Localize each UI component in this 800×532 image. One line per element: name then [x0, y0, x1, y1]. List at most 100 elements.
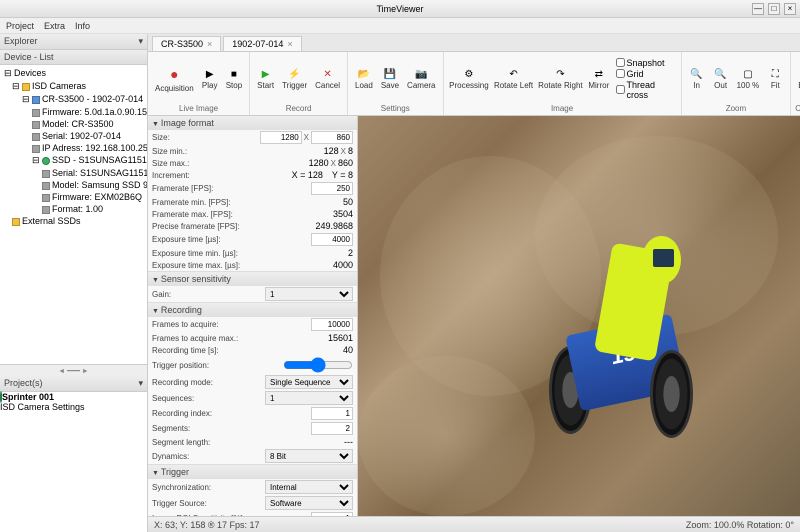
tree-ssd-format[interactable]: Format: 1.00	[2, 203, 145, 215]
panel-pin-icon[interactable]: ▾	[138, 36, 143, 47]
projects-list[interactable]: Sprinter 001 ISD Camera Settings	[0, 392, 147, 532]
section-image-format[interactable]: Image format	[148, 116, 357, 130]
snapshot-check[interactable]: Snapshot	[616, 58, 675, 68]
left-panel: Explorer▾ Device - List ⊟ Devices ⊟ ISD …	[0, 34, 148, 532]
group-label: Live Image	[152, 103, 245, 113]
tree-model[interactable]: Model: CR-S3500	[2, 118, 145, 130]
processing-icon: ⚙	[462, 67, 476, 81]
thread-check[interactable]: Thread cross	[616, 80, 675, 100]
tree-serial[interactable]: Serial: 1902-07-014	[2, 130, 145, 142]
sync-select[interactable]: Internal	[265, 480, 353, 494]
preview-image: 15	[358, 116, 800, 516]
recmode-select[interactable]: Single Sequence	[265, 375, 353, 389]
tab-serial[interactable]: 1902-07-014×	[223, 36, 301, 51]
processing-button[interactable]: ⚙Processing	[448, 65, 491, 92]
properties-panel[interactable]: Image format Size:X Size min.:128X8 Size…	[148, 116, 358, 516]
tree-scrollbar[interactable]: ◄ ━━━ ►	[0, 364, 147, 376]
close-icon[interactable]: ×	[287, 39, 292, 49]
section-sensor[interactable]: Sensor sensitivity	[148, 272, 357, 286]
menu-info[interactable]: Info	[75, 21, 90, 31]
group-label: Settings	[352, 103, 438, 113]
size-h-input[interactable]	[311, 131, 353, 144]
dynamics-select[interactable]: 8 Bit	[265, 449, 353, 463]
record-icon: ●	[164, 64, 184, 84]
size-w-input[interactable]	[260, 131, 302, 144]
sequences-select[interactable]: 1	[265, 391, 353, 405]
trigsrc-select[interactable]: Software	[265, 496, 353, 510]
menu-project[interactable]: Project	[6, 21, 34, 31]
tree-ip[interactable]: IP Adress: 192.168.100.254	[2, 142, 145, 154]
acquisition-button[interactable]: ●Acquisition	[152, 62, 197, 95]
property-icon	[42, 194, 50, 202]
tree-root[interactable]: ⊟ Devices	[2, 67, 145, 80]
tree-ssd[interactable]: ⊟ SSD - S1SUNSAG115158E	[2, 154, 145, 167]
project-item[interactable]: Sprinter 001	[0, 392, 147, 402]
ssd-icon	[42, 157, 50, 165]
menubar: Project Extra Info	[0, 18, 800, 34]
maximize-button[interactable]: □	[768, 3, 780, 15]
cancel-button[interactable]: ✕Cancel	[312, 65, 343, 92]
device-list-header[interactable]: Device - List	[0, 50, 147, 65]
zoom-fit-button[interactable]: ⛶Fit	[764, 65, 786, 92]
play-button[interactable]: ▶Play	[199, 65, 221, 92]
folder-icon	[12, 218, 20, 226]
recidx-input[interactable]	[311, 407, 353, 420]
save-button[interactable]: 💾Save	[378, 65, 402, 92]
titlebar: TimeViewer — □ ×	[0, 0, 800, 18]
section-recording[interactable]: Recording	[148, 303, 357, 317]
zoom-100-icon: ▢	[741, 67, 755, 81]
tree-cameras[interactable]: ⊟ ISD Cameras	[2, 80, 145, 93]
zoom-in-button[interactable]: 🔍In	[686, 65, 708, 92]
panel-pin-icon[interactable]: ▾	[138, 378, 143, 389]
mirror-button[interactable]: ⇄Mirror	[586, 65, 611, 92]
group-label: Record	[254, 103, 343, 113]
statusbar: X: 63; Y: 158 ® 17 Fps: 17 Zoom: 100.0% …	[148, 516, 800, 532]
gain-select[interactable]: 1	[265, 287, 353, 301]
device-tree[interactable]: ⊟ Devices ⊟ ISD Cameras ⊟ CR-S3500 - 190…	[0, 65, 147, 364]
frames-input[interactable]	[311, 318, 353, 331]
projects-header: Project(s)▾	[0, 376, 147, 392]
project-item[interactable]: ISD Camera Settings	[0, 402, 147, 412]
minimize-button[interactable]: —	[752, 3, 764, 15]
grid-check[interactable]: Grid	[616, 69, 675, 79]
tree-ssd-model[interactable]: Model: Samsung SSD 950 PRO 256GB	[2, 179, 145, 191]
property-icon	[42, 182, 50, 190]
cancel-icon: ✕	[321, 67, 335, 81]
camera-button[interactable]: 📷Camera	[404, 65, 438, 92]
start-button[interactable]: ▶Start	[254, 65, 277, 92]
load-button[interactable]: 📂Load	[352, 65, 376, 92]
fps-input[interactable]	[311, 182, 353, 195]
zoom-100-button[interactable]: ▢100 %	[734, 65, 763, 92]
rotate-right-button[interactable]: ↷Rotate Right	[537, 65, 584, 92]
property-icon	[32, 109, 40, 117]
zoom-out-button[interactable]: 🔍Out	[710, 65, 732, 92]
close-button[interactable]: ×	[784, 3, 796, 15]
property-icon	[42, 170, 50, 178]
camera-icon: 📷	[414, 67, 428, 81]
preview-viewport[interactable]: 15	[358, 116, 800, 516]
window-controls: — □ ×	[752, 3, 796, 15]
zoom-fit-icon: ⛶	[768, 67, 782, 81]
property-icon	[42, 206, 50, 214]
section-trigger[interactable]: Trigger	[148, 465, 357, 479]
trigger-button[interactable]: ⚡Trigger	[279, 65, 310, 92]
menu-extra[interactable]: Extra	[44, 21, 65, 31]
stop-button[interactable]: ■Stop	[223, 65, 245, 92]
tree-fw[interactable]: Firmware: 5.0d.1a.0.90.15-51	[2, 106, 145, 118]
tab-camera[interactable]: CR-S3500×	[152, 36, 221, 51]
rotate-right-icon: ↷	[553, 67, 567, 81]
close-icon[interactable]: ×	[207, 39, 212, 49]
rotate-left-button[interactable]: ↶Rotate Left	[492, 65, 534, 92]
zoom-in-icon: 🔍	[690, 67, 704, 81]
tree-ssd-fw[interactable]: Firmware: EXM02B6Q	[2, 191, 145, 203]
folder-icon	[22, 83, 30, 91]
execute-button[interactable]: ▶Execute	[795, 65, 800, 92]
tree-ext-ssds[interactable]: External SSDs	[2, 215, 145, 227]
tree-camera[interactable]: ⊟ CR-S3500 - 1902-07-014	[2, 93, 145, 106]
property-icon	[32, 133, 40, 141]
tree-ssd-serial[interactable]: Serial: S1SUNSAG115158E	[2, 167, 145, 179]
group-label: Command	[795, 103, 800, 113]
trigger-pos-slider[interactable]	[283, 357, 353, 373]
exposure-input[interactable]	[311, 233, 353, 246]
segments-input[interactable]	[311, 422, 353, 435]
